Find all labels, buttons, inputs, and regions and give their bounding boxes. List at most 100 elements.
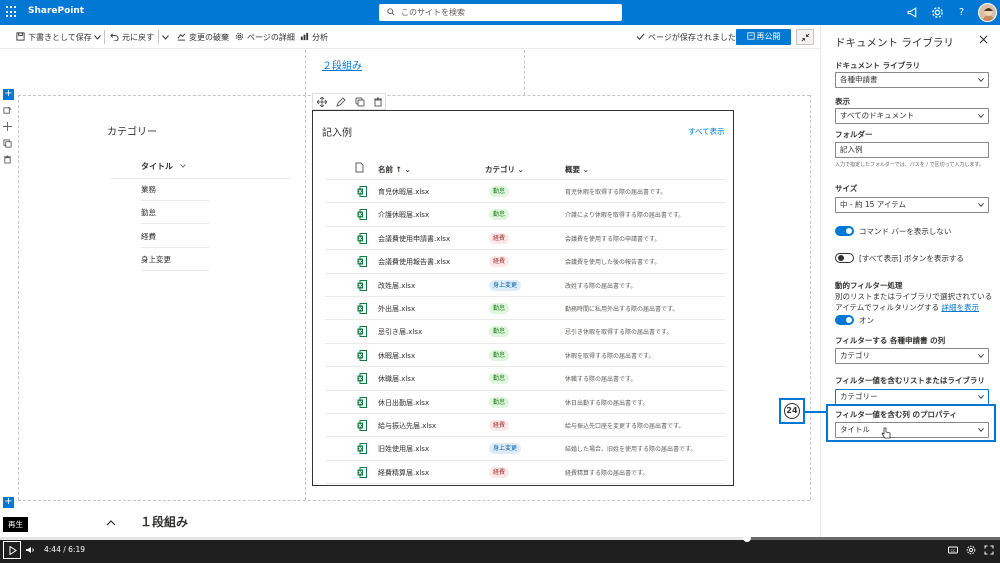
table-row[interactable]: 給与振込先届.xlsx 経費 給与振込先口座を変更する際の届出書です。	[325, 414, 725, 438]
suite-bar: SharePoint このサイトを検索 ?	[0, 0, 1000, 25]
table-row[interactable]: 休暇届.xlsx 勤怠 休暇を取得する際の届出書です。	[325, 344, 725, 368]
category-title: カテゴリー	[107, 127, 157, 138]
file-name[interactable]: 改姓届.xlsx	[378, 281, 415, 291]
filter-column-select[interactable]: カテゴリ	[835, 348, 989, 364]
size-select[interactable]: 中 - 約 15 アイテム	[835, 197, 989, 213]
table-row[interactable]: 経費精算届.xlsx 経費 経費精算する際の届出書です。	[325, 461, 725, 485]
excel-file-icon	[357, 232, 367, 244]
file-summary: 育児休暇を取得する際の届出書です。	[565, 189, 667, 196]
table-row[interactable]: 忌引き届.xlsx 勤怠 忌引き休暇を取得する際の届出書です。	[325, 320, 725, 344]
play-icon	[9, 546, 17, 555]
file-name[interactable]: 外出届.xlsx	[378, 304, 415, 314]
summary-column-header[interactable]: 概要 ⌄	[565, 164, 589, 175]
table-row[interactable]: 会議費使用申請書.xlsx 経費 会議費を使用する際の申請書です。	[325, 227, 725, 251]
move-icon[interactable]	[317, 97, 327, 107]
show-all-button-toggle[interactable]	[835, 253, 854, 263]
analytics-button[interactable]: 分析	[300, 32, 328, 43]
search-input[interactable]: このサイトを検索	[379, 4, 622, 21]
category-badge: 経費	[489, 420, 510, 431]
file-name[interactable]: 育児休暇届.xlsx	[378, 187, 429, 197]
list-item[interactable]: 業務	[141, 179, 209, 201]
file-name[interactable]: 会議費使用報告書.xlsx	[378, 257, 450, 267]
volume-icon[interactable]	[25, 545, 35, 555]
megaphone-icon[interactable]	[906, 6, 919, 19]
category-badge: 勤怠	[489, 303, 510, 314]
table-row[interactable]: 休職届.xlsx 勤怠 休職する際の届出書です。	[325, 367, 725, 391]
list-item[interactable]: 身上変更	[141, 249, 209, 271]
list-item[interactable]: 勤怠	[141, 202, 209, 224]
video-progress-bar[interactable]	[0, 534, 1000, 542]
file-summary: 勤務時間に私用外出する際の届出書です。	[565, 306, 679, 313]
view-select[interactable]: すべてのドキュメント	[835, 108, 989, 124]
app-launcher-icon[interactable]	[6, 6, 18, 18]
excel-file-icon	[357, 326, 367, 338]
settings-icon[interactable]	[966, 545, 976, 555]
delete-icon[interactable]	[373, 97, 383, 107]
help-icon[interactable]: ?	[955, 6, 968, 19]
chevron-up-icon[interactable]	[106, 518, 116, 528]
title-column-header[interactable]: タイトル	[141, 161, 186, 172]
details-link[interactable]: 詳細を表示	[942, 303, 980, 312]
folder-input[interactable]: 記入例	[835, 142, 989, 158]
move-icon[interactable]	[3, 122, 12, 131]
library-select[interactable]: 各種申請書	[835, 72, 989, 88]
file-name[interactable]: 給与振込先届.xlsx	[378, 421, 436, 431]
progress-handle[interactable]	[743, 534, 751, 542]
collapse-pane-button[interactable]	[796, 29, 814, 45]
chevron-down-icon	[978, 203, 984, 207]
captions-icon[interactable]: CC	[948, 545, 958, 555]
add-section-button[interactable]: +	[3, 497, 14, 508]
app-name[interactable]: SharePoint	[28, 6, 84, 16]
gear-icon[interactable]	[931, 6, 944, 19]
undo-button[interactable]: 元に戻す	[110, 32, 154, 43]
close-icon[interactable]	[979, 35, 988, 44]
discard-icon	[177, 33, 186, 41]
file-name[interactable]: 介護休暇届.xlsx	[378, 210, 429, 220]
edit-icon[interactable]	[336, 97, 346, 107]
discard-button[interactable]: 変更の破棄	[177, 32, 229, 43]
show-all-link[interactable]: すべて表示	[688, 126, 725, 137]
play-tooltip: 再生	[3, 517, 28, 532]
table-row[interactable]: 会議費使用報告書.xlsx 経費 会議費を使用した後の報告書です。	[325, 250, 725, 274]
play-button[interactable]	[3, 541, 21, 559]
duplicate-icon[interactable]	[3, 139, 12, 148]
save-draft-button[interactable]: 下書きとして保存	[16, 32, 92, 43]
page-details-button[interactable]: ページの詳細	[235, 32, 295, 43]
add-section-button[interactable]: +	[3, 89, 14, 100]
chevron-down-icon[interactable]	[162, 35, 169, 40]
divider	[158, 30, 159, 44]
file-summary: 経費精算する際の届出書です。	[565, 469, 649, 477]
file-type-icon[interactable]	[355, 162, 364, 173]
table-row[interactable]: 休日出勤届.xlsx 勤怠 休日出勤する際の届出書です。	[325, 391, 725, 414]
file-name[interactable]: 休日出勤届.xlsx	[378, 398, 429, 408]
file-name[interactable]: 忌引き届.xlsx	[378, 327, 422, 337]
table-row[interactable]: 外出届.xlsx 勤怠 勤務時間に私用外出する際の届出書です。	[325, 297, 725, 321]
chevron-down-icon[interactable]	[94, 35, 101, 40]
republish-button[interactable]: 再公開	[736, 29, 791, 45]
section-label[interactable]: ２段組み	[322, 57, 362, 72]
excel-file-icon	[357, 279, 367, 291]
step-number-badge: 24	[779, 398, 805, 424]
table-row[interactable]: 育児休暇届.xlsx 勤怠 育児休暇を取得する際の届出書です。	[325, 180, 725, 204]
avatar[interactable]	[978, 3, 997, 22]
file-name[interactable]: 旧姓使用届.xlsx	[378, 444, 429, 454]
dynamic-filter-toggle[interactable]	[835, 315, 854, 325]
edit-section-icon[interactable]	[3, 106, 12, 115]
list-item[interactable]: 経費	[141, 226, 209, 248]
table-row[interactable]: 旧姓使用届.xlsx 身上変更 結婚した場合、旧姓を使用する際の届出書です。	[325, 437, 725, 461]
category-column-header[interactable]: カテゴリ ⌄	[485, 164, 524, 175]
excel-file-icon	[357, 443, 367, 455]
file-name[interactable]: 休暇届.xlsx	[378, 351, 415, 361]
hide-command-bar-toggle[interactable]	[835, 226, 854, 236]
filter-source-select[interactable]: カテゴリー	[835, 389, 989, 405]
file-name[interactable]: 休職届.xlsx	[378, 374, 415, 384]
bottom-section: １段組み	[0, 508, 820, 537]
name-column-header[interactable]: 名前 ↑ ⌄	[378, 164, 411, 175]
table-row[interactable]: 介護休暇届.xlsx 勤怠 介護により休暇を取得する際の届出書です。	[325, 203, 725, 227]
fullscreen-icon[interactable]	[984, 545, 994, 555]
duplicate-icon[interactable]	[355, 97, 365, 107]
table-row[interactable]: 改姓届.xlsx 身上変更 改姓する際の届出書です。	[325, 274, 725, 297]
delete-icon[interactable]	[3, 155, 12, 164]
file-name[interactable]: 経費精算届.xlsx	[378, 468, 429, 478]
file-name[interactable]: 会議費使用申請書.xlsx	[378, 234, 450, 244]
